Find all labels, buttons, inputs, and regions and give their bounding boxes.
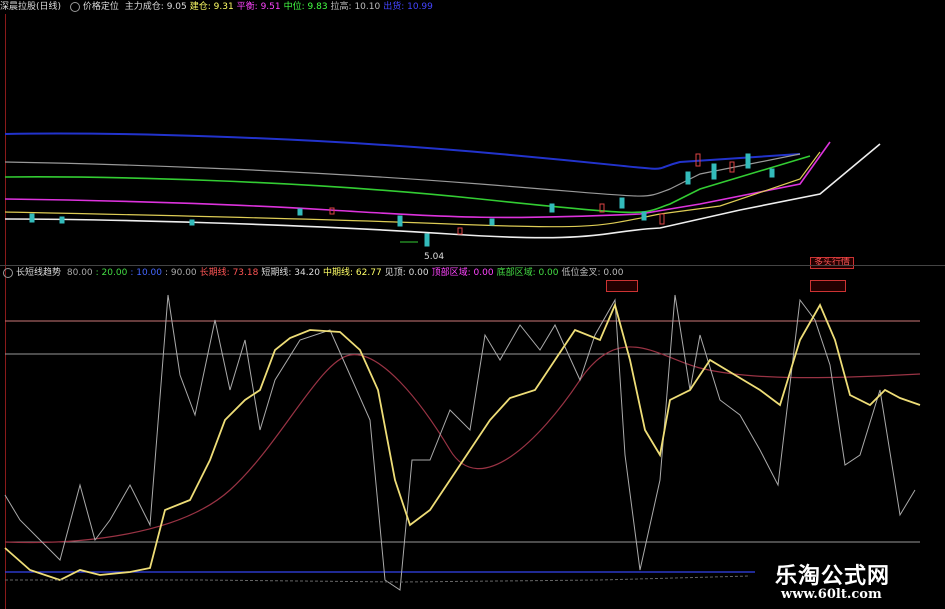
short-term-line [4,294,916,591]
bot-item-7: 见顶: 0.00 [384,268,429,278]
top-signal-box-1[interactable] [606,280,638,292]
indicator-name-2[interactable]: 长短线趋势 [16,268,61,278]
top-item-4: 拉高: 10.10 [330,2,381,12]
top-item-5: 出货: 10.99 [383,2,433,12]
price-chart-panel[interactable]: 5.04 多头行情 [0,14,945,269]
bot-item-6: 中期线: 62.77 [323,268,382,278]
blue-band-line [4,132,801,170]
price-chart-svg: 5.04 [4,132,881,262]
top-signal-box-2[interactable] [810,280,846,292]
top-item-3: 中位: 9.83 [283,2,328,12]
indicator-settings-icon[interactable] [69,1,80,12]
signal-tag[interactable]: 多头行情 [810,257,855,269]
top-item-0: 主力成仓: 9.05 [124,2,187,12]
bot-item-1: : 20.00 [95,268,128,278]
bot-item-3: : 90.00 [165,268,197,278]
top-item-2: 平衡: 9.51 [236,2,281,12]
low-price-label: 5.04 [424,252,444,262]
bottom-baseline [5,575,751,583]
indicator-settings-icon-2[interactable] [3,267,13,278]
bottom-indicator-header: 长短线趋势 80.00: 20.00: 10.00: 90.00 长期线: 73.… [0,266,629,280]
bot-item-9: 底部区域: 0.00 [496,268,559,278]
watermark-title: 乐淘公式网 [775,564,891,589]
bot-item-10: 低位金叉: 0.00 [561,268,624,278]
top-indicator-header: 深晨拉股(日线) 价格定位 主力成仓: 9.05 建仓: 9.31 平衡: 9.51… [0,0,439,14]
bot-item-2: : 10.00 [130,268,162,278]
top-item-1: 建仓: 9.31 [189,2,234,12]
indicator-name[interactable]: 价格定位 [83,2,119,12]
watermark-url: www.60lt.com [781,587,882,602]
stock-name-label[interactable]: 深晨拉股(日线) [0,2,61,12]
bot-item-5: 短期线: 34.20 [261,268,321,278]
bot-item-0: 80.00 [66,268,93,278]
bot-item-8: 顶部区域: 0.00 [431,268,494,278]
gray-band-line [4,153,801,197]
bot-item-4: 长期线: 73.18 [199,268,259,278]
